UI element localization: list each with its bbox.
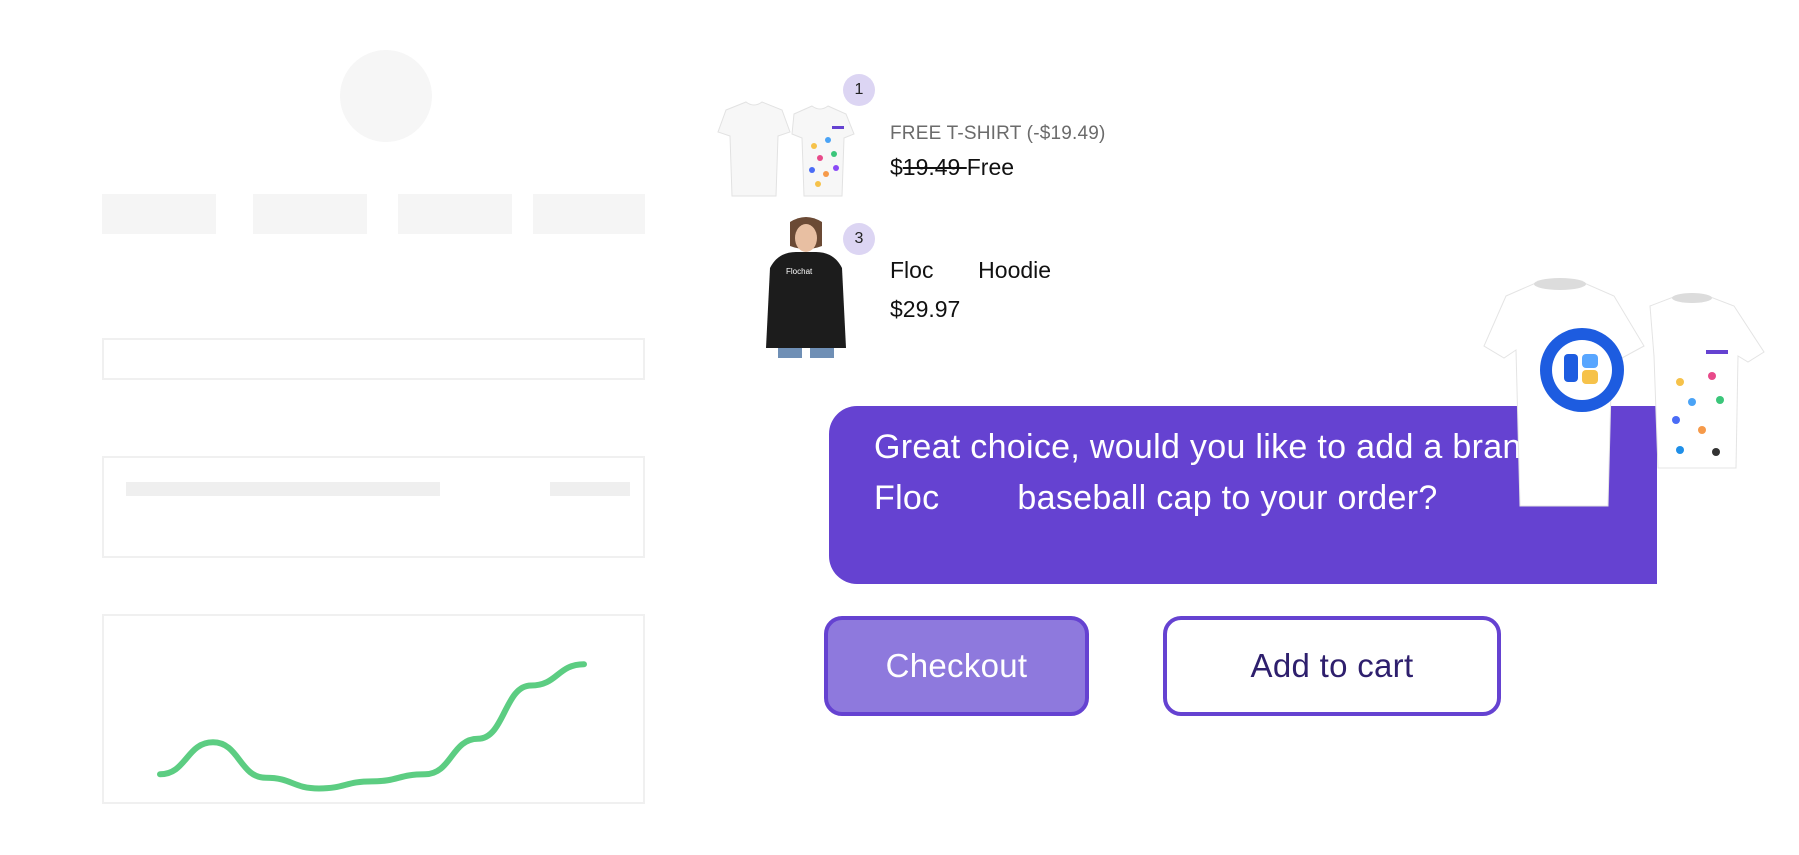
flochat-logo-icon (1540, 330, 1624, 414)
chart-series-line (157, 661, 587, 792)
input-placeholder (102, 338, 645, 380)
line-chart (102, 614, 645, 804)
tab-placeholder (253, 194, 367, 234)
product-tshirts-image (1480, 272, 1770, 527)
price-final: Free (966, 154, 1015, 180)
quantity-badge: 1 (843, 74, 875, 106)
hoodie-print: Flochat (786, 267, 813, 276)
cart-item-tshirt-image (714, 96, 859, 211)
cart-item-subtitle: FREE T-SHIRT (-$19.49) (890, 123, 1106, 144)
avatar-placeholder (340, 50, 432, 142)
text-placeholder (550, 482, 630, 496)
cart-item-price: $29.97 (890, 296, 961, 322)
price-currency: $ (890, 154, 903, 180)
text-placeholder (126, 482, 440, 496)
cart-item-hoodie-image: Flochat (756, 212, 856, 363)
tab-placeholder (533, 194, 645, 234)
checkout-button[interactable]: Checkout (824, 616, 1089, 716)
cart-item-price: $19.49 Free (890, 154, 1014, 181)
cart-item-name: Floc Hoodie (890, 257, 1052, 283)
quantity-badge: 3 (843, 223, 875, 255)
tab-placeholder (398, 194, 512, 234)
add-to-cart-button[interactable]: Add to cart (1163, 616, 1501, 716)
card-placeholder (102, 456, 645, 558)
line-chart-canvas (157, 661, 587, 792)
tab-placeholder (102, 194, 216, 234)
price-original: 19.49 (902, 154, 967, 180)
